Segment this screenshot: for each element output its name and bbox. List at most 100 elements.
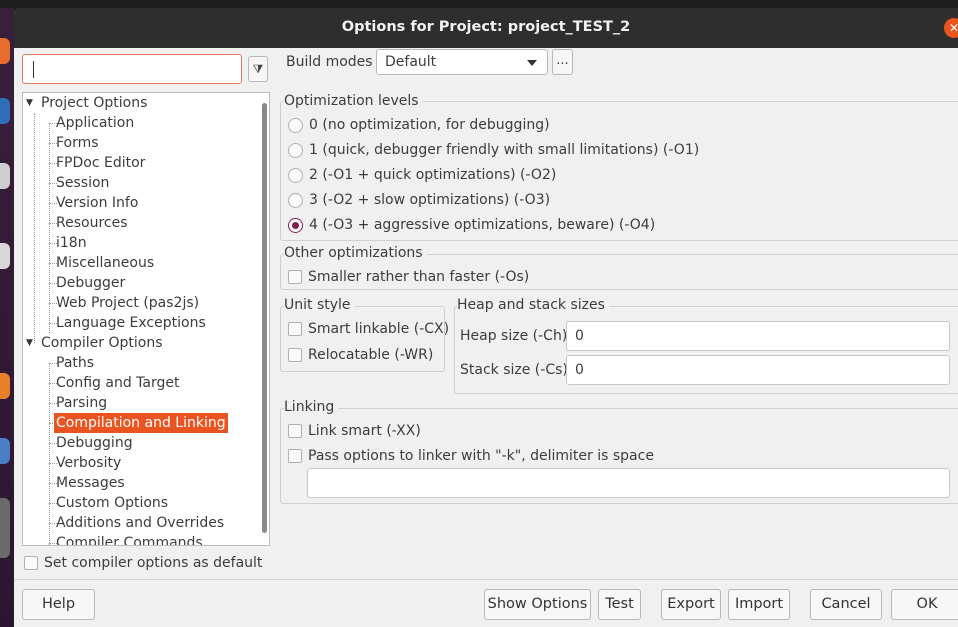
opt-label: 3 (-O2 + slow optimizations) (-O3) [309, 192, 551, 208]
tree-item[interactable]: Version Info [56, 193, 138, 213]
show-options-button[interactable]: Show Options [484, 589, 591, 620]
tree-item[interactable]: Miscellaneous [56, 253, 154, 273]
opt-radio-0[interactable]: 0 (no optimization, for debugging) [288, 116, 550, 134]
opt-radio-3[interactable]: 3 (-O2 + slow optimizations) (-O3) [288, 191, 550, 209]
tree-item[interactable]: Compiler Commands [56, 533, 203, 545]
tree-item[interactable]: Debugger [56, 273, 125, 293]
text-cursor [33, 61, 34, 78]
radio-button-selected[interactable] [288, 217, 303, 233]
ok-button[interactable]: OK [891, 589, 958, 620]
tree-guide [34, 113, 35, 343]
help-button[interactable]: Help [22, 589, 95, 620]
desktop-dock [0, 8, 14, 627]
pass-options-label: Pass options to linker with "-k", delimi… [308, 448, 654, 464]
tree-item-compiler-options[interactable]: Compiler Options [41, 333, 162, 353]
smaller-checkbox[interactable]: Smaller rather than faster (-Os) [288, 268, 529, 286]
dock-app-icon[interactable] [0, 243, 10, 269]
tree-item[interactable]: Verbosity [56, 453, 121, 473]
options-dialog: Options for Project: project_TEST_2 ✕ ⧩ … [14, 8, 958, 627]
set-default-label: Set compiler options as default [44, 555, 263, 571]
smart-linkable-label: Smart linkable (-CX) [308, 321, 450, 337]
link-smart-label: Link smart (-XX) [308, 423, 421, 439]
window-title: Options for Project: project_TEST_2 [341, 19, 631, 35]
dock-app-icon[interactable] [0, 373, 10, 399]
chevron-down-icon[interactable]: ▼ [26, 98, 33, 108]
radio-button[interactable] [288, 167, 303, 183]
tree-item[interactable]: Language Exceptions [56, 313, 206, 333]
chevron-down-icon [527, 60, 537, 66]
tree-item[interactable]: FPDoc Editor [56, 153, 145, 173]
pass-options-checkbox[interactable]: Pass options to linker with "-k", delimi… [288, 447, 654, 465]
opt-label: 2 (-O1 + quick optimizations) (-O2) [309, 167, 557, 183]
build-modes-label: Build modes [286, 54, 373, 70]
tree-item[interactable]: Session [56, 173, 109, 193]
smart-linkable-checkbox[interactable]: Smart linkable (-CX) [288, 320, 449, 338]
build-modes-select[interactable]: Default [376, 49, 548, 75]
tree-scrollbar[interactable] [262, 103, 267, 533]
radio-button[interactable] [288, 192, 303, 208]
link-smart-checkbox[interactable]: Link smart (-XX) [288, 422, 421, 440]
tree-item[interactable]: Messages [56, 473, 125, 493]
heap-size-input[interactable]: 0 [566, 321, 950, 351]
dock-app-icon[interactable] [0, 163, 10, 189]
checkbox-box[interactable] [288, 424, 302, 438]
dock-app-icon[interactable] [0, 98, 10, 124]
other-optimizations-title: Other optimizations [284, 245, 427, 261]
opt-label: 1 (quick, debugger friendly with small l… [309, 142, 700, 158]
stack-size-label: Stack size (-Cs) [460, 362, 568, 378]
checkbox-box[interactable] [24, 556, 38, 570]
chevron-down-icon[interactable]: ▼ [26, 338, 33, 348]
tree-item[interactable]: Additions and Overrides [56, 513, 224, 533]
tree-item[interactable]: Application [56, 113, 134, 133]
set-default-checkbox[interactable]: Set compiler options as default [24, 554, 262, 572]
tree-item[interactable]: Paths [56, 353, 94, 373]
dock-app-icon[interactable] [0, 438, 10, 464]
divider [14, 579, 958, 580]
smaller-label: Smaller rather than faster (-Os) [308, 269, 530, 285]
dock-app-icon[interactable] [0, 498, 10, 558]
radio-button[interactable] [288, 117, 303, 133]
opt-radio-2[interactable]: 2 (-O1 + quick optimizations) (-O2) [288, 166, 556, 184]
import-button[interactable]: Import [728, 589, 790, 620]
test-button[interactable]: Test [598, 589, 641, 620]
tree-item[interactable]: Forms [56, 133, 99, 153]
unit-style-title: Unit style [284, 297, 355, 313]
tree-item[interactable]: Resources [56, 213, 128, 233]
tree-guide [49, 123, 50, 333]
tree-item[interactable]: Parsing [56, 393, 107, 413]
linking-title: Linking [284, 399, 339, 415]
stack-size-input[interactable]: 0 [566, 355, 950, 385]
tree-item[interactable]: Config and Target [56, 373, 179, 393]
heap-size-label: Heap size (-Ch) [460, 328, 568, 344]
opt-radio-1[interactable]: 1 (quick, debugger friendly with small l… [288, 141, 699, 159]
build-modes-more-button[interactable]: ... [552, 49, 573, 75]
checkbox-box[interactable] [288, 449, 302, 463]
title-bar: Options for Project: project_TEST_2 ✕ [14, 8, 958, 48]
cancel-button[interactable]: Cancel [810, 589, 882, 620]
radio-button[interactable] [288, 142, 303, 158]
build-modes-value: Default [385, 54, 437, 70]
heap-stack-title: Heap and stack sizes [457, 297, 609, 313]
checkbox-box[interactable] [288, 270, 302, 284]
opt-radio-4[interactable]: 4 (-O3 + aggressive optimizations, bewar… [288, 216, 655, 234]
tree-item-project-options[interactable]: Project Options [41, 93, 147, 113]
tree-guide [49, 363, 50, 545]
relocatable-checkbox[interactable]: Relocatable (-WR) [288, 346, 433, 364]
checkbox-box[interactable] [288, 322, 302, 336]
linker-options-input[interactable] [307, 468, 950, 498]
export-button[interactable]: Export [661, 589, 721, 620]
tree-item[interactable]: Custom Options [56, 493, 168, 513]
search-input[interactable] [22, 54, 242, 84]
dock-app-icon[interactable] [0, 38, 10, 64]
tree-item-selected[interactable]: Compilation and Linking [54, 413, 228, 433]
optimization-title: Optimization levels [284, 93, 423, 109]
options-tree[interactable]: ▼ Project Options Application Forms FPDo… [22, 92, 270, 546]
opt-label: 0 (no optimization, for debugging) [309, 117, 550, 133]
tree-item[interactable]: i18n [56, 233, 87, 253]
filter-clear-icon[interactable]: ⧩ [248, 56, 268, 82]
close-icon[interactable]: ✕ [944, 18, 958, 38]
relocatable-label: Relocatable (-WR) [308, 347, 434, 363]
checkbox-box[interactable] [288, 348, 302, 362]
tree-item[interactable]: Web Project (pas2js) [56, 293, 199, 313]
tree-item[interactable]: Debugging [56, 433, 133, 453]
